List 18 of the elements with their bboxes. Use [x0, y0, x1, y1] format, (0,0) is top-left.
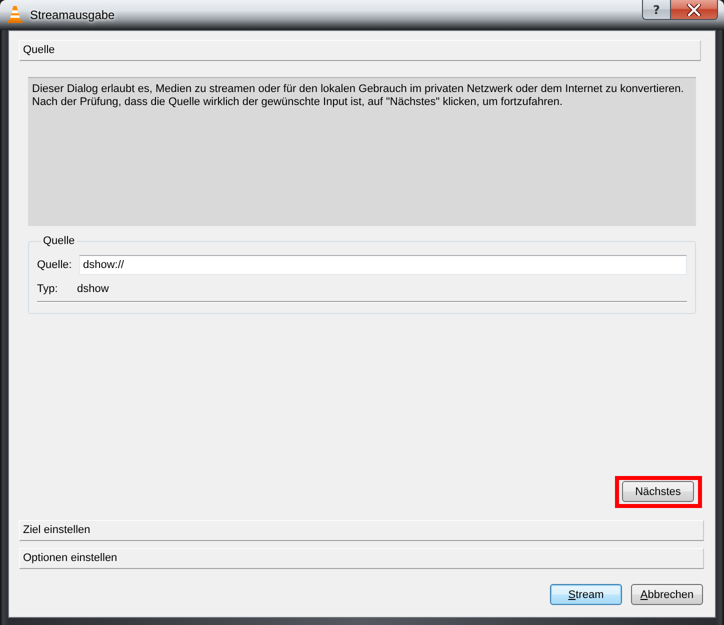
next-button[interactable]: Nächstes	[622, 481, 694, 502]
section-header[interactable]: Ziel einstellen	[19, 520, 704, 541]
traffic-cone-icon	[7, 6, 23, 23]
close-button[interactable]	[670, 0, 718, 20]
field-label: Quelle:	[37, 259, 73, 271]
stream-button[interactable]: Stream	[550, 584, 622, 605]
section-header[interactable]: Optionen einstellen	[19, 548, 704, 569]
help-button[interactable]: ?	[642, 0, 670, 20]
description-text: Dieser Dialog erlaubt es, Medien zu streamen oder für den lokalen Gebrauch im privaten Netzwerk oder dem Internet zu konvertieren.	[32, 83, 685, 96]
cancel-button[interactable]: Abbrechen	[631, 584, 703, 605]
section-header[interactable]: Quelle	[19, 40, 701, 61]
field-label: Typ:	[37, 283, 59, 295]
window-title: Streamausgabe	[30, 8, 115, 22]
source-input[interactable]: dshow://	[79, 255, 687, 275]
close-icon	[687, 4, 701, 16]
field-value: dshow	[77, 283, 110, 295]
description-text: Nach der Prüfung, dass die Quelle wirklich der gewünschte Input ist, auf "Nächstes" klicken, um fortzufahren.	[32, 96, 564, 109]
group-title: Quelle	[42, 235, 76, 247]
